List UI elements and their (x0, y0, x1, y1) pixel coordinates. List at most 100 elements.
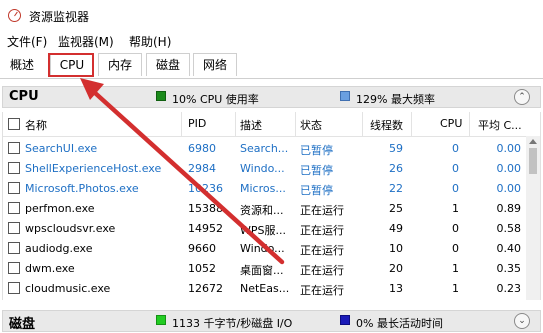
disk-io-swatch (156, 315, 166, 325)
expand-disk-button[interactable]: ⌄ (514, 313, 530, 329)
col-average-cpu[interactable]: 平均 C... (478, 117, 522, 133)
cell-threads: 13 (389, 282, 403, 295)
cell-threads: 22 (389, 182, 403, 195)
cell-avg: 0.23 (496, 282, 522, 295)
cell-status: 已暂停 (300, 184, 333, 197)
cell-threads: 10 (389, 242, 403, 255)
disk-io-text: 1133 千字节/秒磁盘 I/O (172, 317, 293, 330)
window-title: 资源监视器 (29, 10, 90, 24)
cell-desc: Micros... (240, 182, 286, 195)
process-table: 名称 PID 描述 状态 线程数 CPU 平均 C... SearchUI.ex… (2, 112, 541, 300)
cell-cpu: 0 (452, 162, 459, 175)
col-description[interactable]: 描述 (240, 117, 262, 133)
cell-name: ShellExperienceHost.exe (25, 162, 162, 175)
tab-network[interactable]: 网络 (193, 53, 237, 76)
scroll-thumb[interactable] (529, 148, 537, 174)
col-threads[interactable]: 线程数 (370, 117, 403, 133)
table-row[interactable]: SearchUI.exe 6980 Search... 已暂停 59 0 0.00 (3, 139, 525, 159)
active-time-text: 0% 最长活动时间 (356, 317, 443, 330)
cell-avg: 0.40 (496, 242, 522, 255)
cell-status: 正在运行 (300, 244, 344, 257)
active-time-swatch (340, 315, 350, 325)
row-checkbox[interactable] (8, 182, 20, 194)
col-cpu[interactable]: CPU (440, 117, 462, 130)
title-bar: 资源监视器 (0, 0, 543, 32)
row-checkbox[interactable] (8, 162, 20, 174)
cell-pid: 1052 (188, 262, 216, 275)
row-checkbox[interactable] (8, 142, 20, 154)
cell-status: 正在运行 (300, 264, 344, 277)
cell-avg: 0.00 (496, 162, 522, 175)
cell-desc: Search... (240, 142, 289, 155)
cell-pid: 15388 (188, 202, 223, 215)
cell-name: audiodg.exe (25, 242, 93, 255)
cell-cpu: 1 (452, 202, 459, 215)
cell-name: perfmon.exe (25, 202, 95, 215)
cell-name: dwm.exe (25, 262, 75, 275)
cell-status: 正在运行 (300, 224, 344, 237)
tab-overview[interactable]: 概述 (2, 54, 42, 76)
col-status[interactable]: 状态 (300, 117, 322, 133)
col-name[interactable]: 名称 (25, 117, 47, 133)
cell-cpu: 0 (452, 222, 459, 235)
cell-name: Microsoft.Photos.exe (25, 182, 139, 195)
row-checkbox[interactable] (8, 282, 20, 294)
cell-pid: 14952 (188, 222, 223, 235)
menu-file[interactable]: 文件(F) (7, 33, 47, 50)
cell-threads: 20 (389, 262, 403, 275)
cell-name: cloudmusic.exe (25, 282, 111, 295)
cell-threads: 59 (389, 142, 403, 155)
cell-avg: 0.35 (496, 262, 522, 275)
vertical-scrollbar[interactable] (526, 136, 540, 300)
cell-status: 已暂停 (300, 144, 333, 157)
row-checkbox[interactable] (8, 262, 20, 274)
disk-section-title: 磁盘 (9, 317, 36, 332)
row-checkbox[interactable] (8, 242, 20, 254)
cell-pid: 10236 (188, 182, 223, 195)
col-pid[interactable]: PID (188, 117, 206, 130)
cell-threads: 25 (389, 202, 403, 215)
table-row[interactable]: audiodg.exe 9660 Windo... 正在运行 10 0 0.40 (3, 239, 525, 259)
scroll-up-arrow-icon[interactable] (529, 139, 537, 144)
cell-threads: 26 (389, 162, 403, 175)
row-checkbox[interactable] (8, 222, 20, 234)
table-row[interactable]: Microsoft.Photos.exe 10236 Micros... 已暂停 22 0… (3, 179, 525, 199)
cell-cpu: 0 (452, 142, 459, 155)
cell-desc: 桌面窗... (240, 264, 284, 277)
table-row[interactable]: wpscloudsvr.exe 14952 WPS服... 正在运行 49 0 0.58 (3, 219, 525, 239)
cell-desc: 资源和... (240, 204, 284, 217)
cell-status: 正在运行 (300, 284, 344, 297)
cell-pid: 9660 (188, 242, 216, 255)
tab-memory[interactable]: 内存 (98, 53, 142, 76)
menu-help[interactable]: 帮助(H) (129, 33, 171, 50)
max-frequency-text: 129% 最大频率 (356, 93, 435, 106)
tab-disk[interactable]: 磁盘 (146, 53, 190, 76)
cell-cpu: 1 (452, 262, 459, 275)
cell-status: 正在运行 (300, 204, 344, 217)
cell-pid: 12672 (188, 282, 223, 295)
cpu-section-header[interactable]: CPU 10% CPU 使用率 129% 最大频率 ⌃ (2, 86, 541, 108)
select-all-checkbox[interactable] (8, 118, 20, 130)
cpu-section-title: CPU (9, 89, 39, 104)
cell-avg: 0.58 (496, 222, 522, 235)
cell-pid: 2984 (188, 162, 216, 175)
cell-avg: 0.89 (496, 202, 522, 215)
table-header: 名称 PID 描述 状态 线程数 CPU 平均 C... (3, 112, 528, 137)
disk-section-header[interactable]: 磁盘 1133 千字节/秒磁盘 I/O 0% 最长活动时间 ⌄ (2, 310, 541, 332)
cpu-usage-swatch (156, 91, 166, 101)
cell-avg: 0.00 (496, 182, 522, 195)
menu-bar: 文件(F) 监视器(M) 帮助(H) (0, 32, 543, 50)
max-frequency-swatch (340, 91, 350, 101)
table-row[interactable]: dwm.exe 1052 桌面窗... 正在运行 20 1 0.35 (3, 259, 525, 279)
table-row[interactable]: perfmon.exe 15388 资源和... 正在运行 25 1 0.89 (3, 199, 525, 219)
table-row[interactable]: ShellExperienceHost.exe 2984 Windo... 已暂停 26… (3, 159, 525, 179)
cell-name: wpscloudsvr.exe (25, 222, 116, 235)
cell-name: SearchUI.exe (25, 142, 98, 155)
collapse-cpu-button[interactable]: ⌃ (514, 89, 530, 105)
menu-monitor[interactable]: 监视器(M) (58, 33, 114, 50)
row-checkbox[interactable] (8, 202, 20, 214)
cpu-usage-text: 10% CPU 使用率 (172, 93, 259, 106)
cell-desc: WPS服... (240, 224, 286, 237)
table-row[interactable]: cloudmusic.exe 12672 NetEas... 正在运行 13 1 0.23 (3, 279, 525, 299)
cell-cpu: 1 (452, 282, 459, 295)
